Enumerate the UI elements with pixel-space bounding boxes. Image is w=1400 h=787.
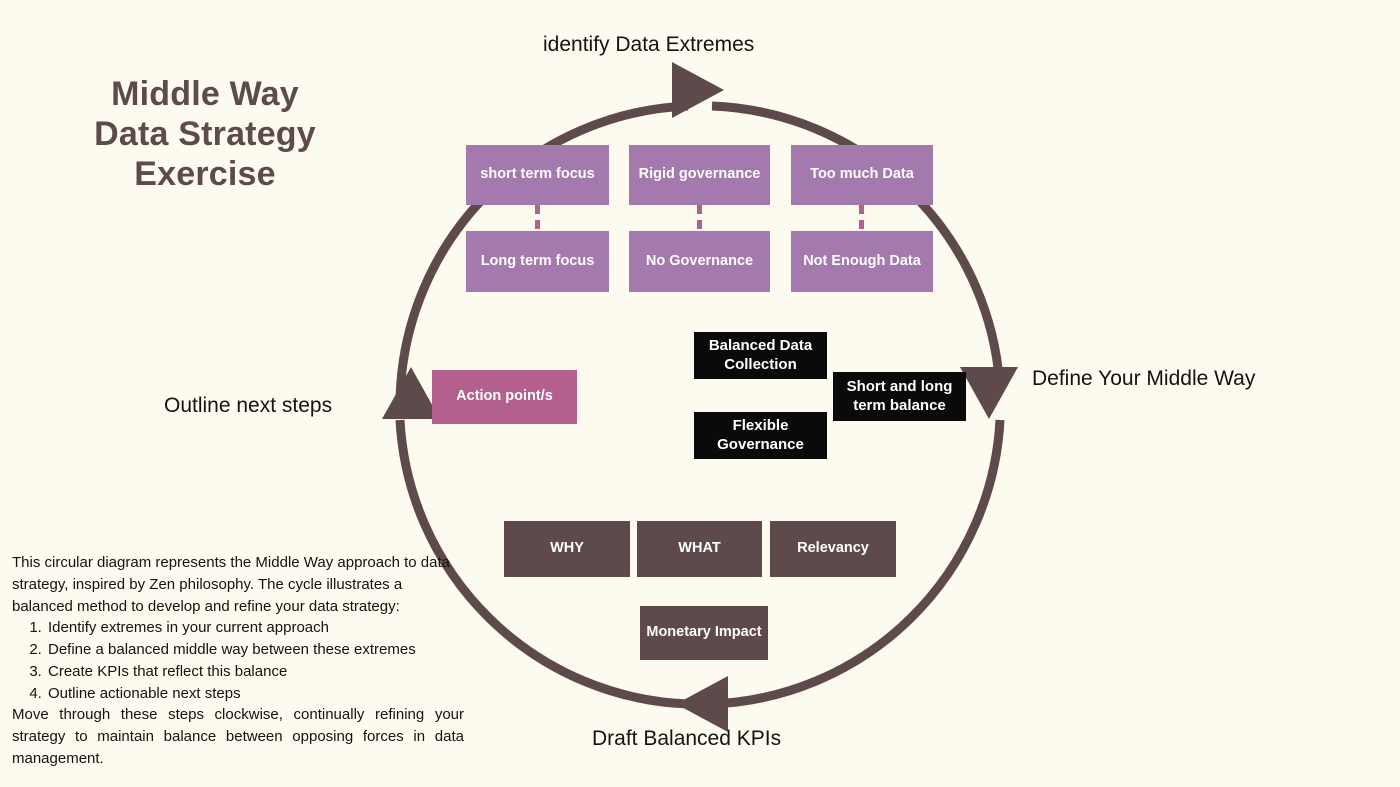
extreme-connector-2 <box>697 205 702 231</box>
description-step-list: Identify extremes in your current approa… <box>12 617 464 704</box>
middle-way-box-balanced-data-collection: Balanced Data Collection <box>694 332 827 379</box>
cycle-arrowhead-bottom <box>676 676 728 732</box>
description-intro: This circular diagram represents the Mid… <box>12 554 450 615</box>
kpi-box-relevancy: Relevancy <box>770 521 896 577</box>
extreme-box-rigid-governance: Rigid governance <box>629 145 770 205</box>
cycle-step-label-outline: Outline next steps <box>164 394 333 417</box>
description-step-item: Identify extremes in your current approa… <box>46 617 464 639</box>
kpi-box-what: WHAT <box>637 521 762 577</box>
title-line-1: Middle Way <box>111 75 299 113</box>
kpi-box-monetary-impact: Monetary Impact <box>640 606 768 660</box>
cycle-step-label-draft: Draft Balanced KPIs <box>592 727 782 750</box>
cycle-arrowhead-right <box>960 367 1018 419</box>
description-outro: Move through these steps clockwise, cont… <box>12 706 464 767</box>
extreme-box-not-enough-data: Not Enough Data <box>791 231 933 292</box>
kpi-box-why: WHY <box>504 521 630 577</box>
description-step-item: Define a balanced middle way between the… <box>46 639 464 661</box>
middle-way-box-short-and-long-term-balance: Short and long term balance <box>833 372 966 421</box>
extreme-connector-1 <box>535 205 540 231</box>
extreme-box-long-term-focus: Long term focus <box>466 231 609 292</box>
title-line-3: Exercise <box>134 155 276 194</box>
title-line-2: Data Strategy <box>94 115 316 154</box>
middle-way-box-flexible-governance: Flexible Governance <box>694 412 827 459</box>
extreme-box-no-governance: No Governance <box>629 231 770 292</box>
cycle-step-label-identify: identify Data Extremes <box>543 33 755 56</box>
description-step-item: Outline actionable next steps <box>46 683 464 705</box>
action-point-box: Action point/s <box>432 370 577 424</box>
description-block: This circular diagram represents the Mid… <box>12 552 464 770</box>
description-step-item: Create KPIs that reflect this balance <box>46 661 464 683</box>
extreme-connector-3 <box>859 205 864 231</box>
extreme-box-short-term-focus: short term focus <box>466 145 609 205</box>
extreme-box-too-much-data: Too much Data <box>791 145 933 205</box>
cycle-step-label-define: Define Your Middle Way <box>1032 367 1256 390</box>
page-title: Middle Way Data Strategy Exercise <box>40 74 370 194</box>
diagram-canvas: Middle Way Data Strategy Exercise identi… <box>0 0 1400 787</box>
